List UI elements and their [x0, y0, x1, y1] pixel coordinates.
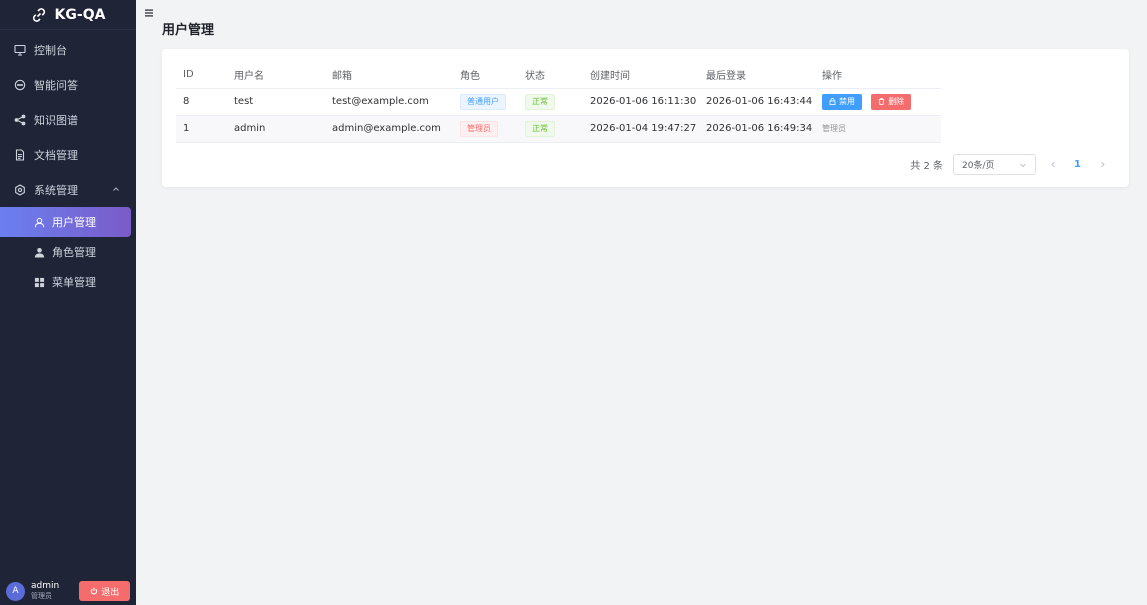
page-size-value: 20条/页 [962, 161, 995, 171]
user-info: admin 管理员 [31, 581, 59, 601]
chevron-down-icon [1020, 163, 1026, 167]
sidebar-item-label: 菜单管理 [52, 276, 96, 289]
chat-icon [14, 79, 26, 90]
logo-text: KG-QA [54, 6, 106, 23]
user-name: admin [31, 581, 60, 591]
delete-label: 删除 [888, 97, 905, 106]
status-badge: 正常 [525, 120, 555, 137]
monitor-icon [14, 44, 26, 56]
sidebar-group-label: 系统管理 [34, 183, 78, 197]
sidebar-item-user-management[interactable]: 用户管理 [0, 207, 131, 237]
chevron-left-icon [1050, 161, 1055, 168]
cell-created: 2026-01-06 16:11:30 [583, 88, 699, 116]
column-header-last-login: 最后登录 [699, 61, 815, 89]
sidebar-item-dashboard[interactable]: 控制台 [0, 32, 136, 67]
pagination-total: 共 2 条 [910, 161, 944, 172]
sidebar-submenu-system: 用户管理 角色管理 菜单管理 [0, 207, 136, 297]
avatar[interactable]: A [6, 581, 25, 601]
sidebar-group-system[interactable]: 系统管理 [0, 172, 136, 207]
cell-operations: 禁用 删除 [815, 88, 941, 116]
page-size-select[interactable]: 20条/页 [953, 154, 1037, 175]
cell-username: test [227, 88, 325, 116]
cell-last-login: 2026-01-06 16:43:44 [699, 88, 815, 116]
role-badge: 普通用户 [460, 93, 506, 110]
cell-role: 普通用户 [453, 88, 518, 116]
prev-page-button[interactable] [1046, 158, 1060, 172]
share-icon [14, 114, 26, 125]
sidebar-item-role-management[interactable]: 角色管理 [0, 237, 136, 267]
sidebar-item-label: 智能问答 [34, 78, 78, 92]
page-title: 用户管理 [162, 23, 215, 38]
cell-id: 8 [176, 88, 227, 116]
cell-last-login: 2026-01-06 16:49:34 [699, 115, 815, 143]
status-badge: 正常 [525, 93, 555, 110]
cell-status: 正常 [518, 88, 583, 116]
sidebar-item-label: 控制台 [34, 43, 67, 57]
lock-icon [829, 98, 836, 105]
cell-status: 正常 [518, 115, 583, 143]
page-number-current[interactable]: 1 [1070, 159, 1085, 170]
user-table: ID 用户名 邮箱 角色 状态 创建时间 最后登录 操作 8 test test [176, 61, 941, 143]
link-icon [32, 7, 45, 22]
chevron-right-icon [1100, 161, 1105, 168]
cell-role: 管理员 [453, 115, 518, 143]
sidebar-item-menu-management[interactable]: 菜单管理 [0, 267, 136, 297]
grid-icon [34, 277, 45, 287]
sidebar-item-label: 文档管理 [34, 148, 78, 162]
role-badge: 管理员 [460, 120, 498, 137]
disable-label: 禁用 [839, 97, 855, 106]
column-header-role: 角色 [453, 61, 518, 89]
main-content: 用户管理 ID 用户名 邮箱 角色 状态 创建时间 最后登录 操作 8 test… [136, 0, 1147, 605]
document-icon [15, 148, 25, 161]
sidebar: KG-QA 控制台 智能问答 知识图谱 文档管理 系统管理 用户管理 角色管理 … [0, 0, 136, 605]
sidebar-item-label: 角色管理 [52, 246, 96, 259]
app-root: KG-QA 控制台 智能问答 知识图谱 文档管理 系统管理 用户管理 角色管理 … [0, 0, 1147, 605]
logout-button[interactable]: 退出 [79, 581, 131, 601]
column-header-operations: 操作 [815, 61, 941, 89]
sidebar-item-knowledge-graph[interactable]: 知识图谱 [0, 102, 136, 137]
cell-id: 1 [176, 115, 227, 143]
next-page-button[interactable] [1095, 158, 1109, 172]
user-icon [34, 217, 45, 227]
table-header-row: ID 用户名 邮箱 角色 状态 创建时间 最后登录 操作 [176, 61, 941, 89]
sidebar-item-label: 知识图谱 [34, 113, 78, 127]
sidebar-menu: 控制台 智能问答 知识图谱 文档管理 系统管理 [0, 30, 136, 207]
hamburger-icon[interactable] [145, 9, 153, 17]
cell-email: test@example.com [325, 88, 453, 116]
trash-icon [878, 98, 885, 105]
operation-text: 管理员 [822, 124, 846, 133]
pagination: 共 2 条 20条/页 1 [910, 154, 1109, 175]
column-header-username: 用户名 [227, 61, 325, 89]
logo[interactable]: KG-QA [0, 0, 136, 30]
user-table-card: ID 用户名 邮箱 角色 状态 创建时间 最后登录 操作 8 test test [162, 49, 1129, 187]
column-header-email: 邮箱 [325, 61, 453, 89]
sidebar-item-label: 用户管理 [52, 216, 96, 229]
logout-label: 退出 [101, 587, 120, 598]
column-header-status: 状态 [518, 61, 583, 89]
sidebar-item-documents[interactable]: 文档管理 [0, 137, 136, 172]
user-role: 管理员 [31, 592, 52, 600]
column-header-id: ID [176, 61, 227, 89]
chevron-up-icon [113, 187, 119, 191]
table-row: 1 admin admin@example.com 管理员 正常 2026-01… [176, 115, 941, 143]
current-user-bar: A admin 管理员 退出 [0, 577, 136, 605]
cell-email: admin@example.com [325, 115, 453, 143]
sidebar-item-qa[interactable]: 智能问答 [0, 67, 136, 102]
cell-username: admin [227, 115, 325, 143]
cell-operations: 管理员 [815, 115, 941, 143]
table-row: 8 test test@example.com 普通用户 正常 2026-01-… [176, 88, 941, 116]
cell-created: 2026-01-04 19:47:27 [583, 115, 699, 143]
gear-icon [15, 183, 25, 196]
column-header-created: 创建时间 [583, 61, 699, 89]
disable-user-button[interactable]: 禁用 [822, 93, 862, 110]
user-filled-icon [34, 247, 45, 258]
delete-user-button[interactable]: 删除 [871, 93, 912, 110]
power-icon [91, 587, 98, 595]
